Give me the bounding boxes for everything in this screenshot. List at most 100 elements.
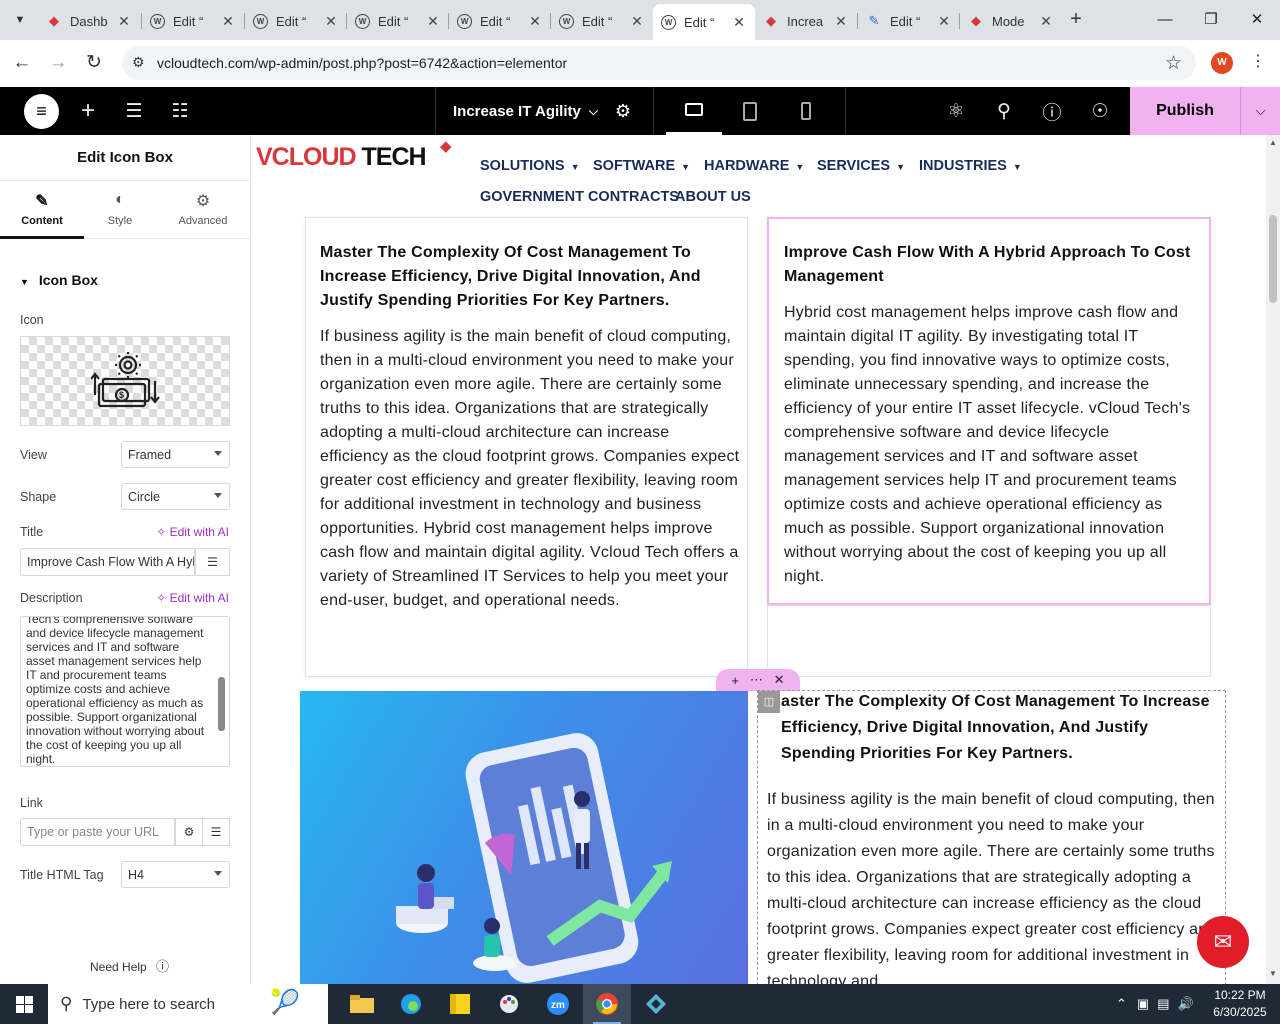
close-tab-icon[interactable]: ✕ [116,13,132,30]
browser-tab[interactable]: ✎ Edit “ ✕ [858,6,960,36]
help-icon[interactable]: ⓘ [1034,87,1070,135]
browser-tab[interactable]: W Edit “ ✕ [551,6,653,36]
structure-layers-icon[interactable]: ☷ [162,87,198,135]
scroll-up-arrow-icon[interactable]: ▲ [1269,138,1277,147]
search-icon[interactable]: ⚲ [986,87,1022,135]
windows-start-icon[interactable] [0,984,48,1024]
close-tab-icon[interactable]: ✕ [425,13,441,30]
zoom-icon[interactable]: zm [534,984,582,1024]
restore-icon[interactable]: ❐ [1196,6,1226,34]
publish-options-chevron-icon[interactable]: ⌵ [1240,87,1280,135]
link-options-gear-icon[interactable]: ⚙ [175,818,203,846]
site-settings-sliders-icon[interactable]: ☰ [116,87,152,135]
nav-services[interactable]: SERVICES ▼ [817,158,905,174]
close-tab-icon[interactable]: ✕ [629,13,645,30]
url-text[interactable]: vcloudtech.com/wp-admin/post.php?post=67… [157,55,567,71]
drag-handle-icon[interactable]: ⋯ [750,672,763,688]
icon-box-card[interactable]: Master The Complexity Of Cost Management… [305,217,748,677]
close-tab-icon[interactable]: ✕ [833,13,849,30]
tab-content[interactable]: ✎ Content [0,191,84,227]
browser-tab[interactable]: ◆ Dashb ✕ [38,6,140,36]
site-settings-icon[interactable]: ⚙ [132,54,145,71]
tab-style[interactable]: ◐ Style [78,191,162,227]
scrollbar-thumb[interactable] [1269,215,1277,303]
browser-tab[interactable]: W Edit “ ✕ [142,6,244,36]
dynamic-tags-icon[interactable]: ☰ [195,548,230,576]
elementor-logo-icon[interactable]: ≡ [24,94,59,129]
network-icon[interactable]: ▤ [1157,996,1169,1012]
icon-box-card-selected[interactable]: Improve Cash Flow With A Hybrid Approach… [767,217,1211,605]
chrome-icon[interactable] [583,984,631,1024]
textarea-scrollbar[interactable] [218,677,225,731]
edit-with-ai-description-button[interactable]: ✧ Edit with AI [156,591,229,605]
reload-icon[interactable]: ↻ [81,50,107,76]
page-settings-gear-icon[interactable]: ⚙ [602,87,644,135]
add-element-icon[interactable]: + [70,87,106,135]
nav-about-us[interactable]: ABOUT US [675,189,751,205]
close-tab-icon[interactable]: ✕ [936,13,952,30]
taskbar-clock[interactable]: 10:22 PM 6/30/2025 [1208,987,1272,1021]
edge-icon[interactable] [387,984,435,1024]
profile-avatar[interactable]: W [1211,52,1233,74]
tablet-icon[interactable] [722,87,778,135]
mobile-icon[interactable] [778,87,834,135]
browser-tab[interactable]: ◆ Increa ✕ [755,6,857,36]
need-help-link[interactable]: Need Help ⓘ [90,956,169,975]
close-tab-icon[interactable]: ✕ [527,13,543,30]
minimize-icon[interactable]: — [1150,6,1180,34]
dynamic-tags-icon[interactable]: ☰ [202,818,230,846]
shape-select[interactable]: Circle [121,483,230,510]
nav-hardware[interactable]: HARDWARE ▼ [704,158,804,174]
view-label: View [20,448,47,462]
close-tab-icon[interactable]: ✕ [220,13,236,30]
title-input[interactable]: Improve Cash Flow With A Hybrid Approach… [20,548,195,576]
site-logo[interactable]: VCLOUD TECH [256,143,427,172]
publish-button[interactable]: Publish [1130,87,1240,135]
notes-icon[interactable]: ⚛ [938,87,974,135]
canvas-scrollbar[interactable]: ▲ ▼ [1266,135,1280,984]
taskbar-search-box[interactable]: ⚲ Type here to search 🎾 [48,984,328,1024]
browser-tab[interactable]: ◆ Mode ✕ [960,6,1062,36]
volume-icon[interactable]: 🔊 [1178,996,1194,1012]
new-tab-button[interactable]: + [1064,8,1088,32]
sticky-notes-icon[interactable] [436,984,484,1024]
description-textarea[interactable]: Tech's comprehensive software and device… [20,616,230,767]
delete-section-icon[interactable]: ✕ [774,672,785,688]
bookmark-star-icon[interactable]: ☆ [1165,52,1182,75]
icon-picker-preview[interactable]: $ [20,336,230,426]
close-window-icon[interactable]: ✕ [1242,6,1272,34]
close-tab-icon[interactable]: ✕ [1038,13,1054,30]
section-toggle-icon-box[interactable]: ▼ Icon Box [20,272,98,288]
nav-software[interactable]: SOFTWARE ▼ [593,158,690,174]
title-html-tag-select[interactable]: H4 [121,861,230,888]
browser-tab[interactable]: W Edit “ ✕ [449,6,551,36]
nav-government-contracts[interactable]: GOVERNMENT CONTRACTS [480,189,679,205]
nav-industries[interactable]: INDUSTRIES ▼ [919,158,1022,174]
back-arrow-icon[interactable]: ← [9,50,35,76]
preview-eye-icon[interactable]: ☉ [1082,87,1118,135]
file-explorer-icon[interactable] [338,984,386,1024]
view-select[interactable]: Framed [121,441,230,468]
close-tab-icon[interactable]: ✕ [323,13,339,30]
scroll-down-arrow-icon[interactable]: ▼ [1269,969,1277,978]
app-diamond-icon[interactable] [632,984,680,1024]
browser-tab[interactable]: W Edit “ ✕ [347,6,449,36]
tray-chevron-up-icon[interactable]: ⌃ [1116,996,1127,1012]
close-tab-icon[interactable]: ✕ [731,14,747,31]
edit-with-ai-title-button[interactable]: ✧ Edit with AI [156,525,229,539]
chat-bubble-icon[interactable]: ✉ [1197,916,1249,968]
tab-search-dropdown-icon[interactable]: ▼ [6,7,34,33]
chevron-down-icon: ⌵ [588,103,598,118]
more-menu-icon[interactable]: ⋮ [1250,51,1266,71]
paint-icon[interactable] [485,984,533,1024]
address-bar[interactable]: ⚙ vcloudtech.com/wp-admin/post.php?post=… [122,46,1196,80]
desktop-icon[interactable] [666,87,722,135]
add-section-icon[interactable]: + [731,673,739,688]
network-alert-icon[interactable]: ▣ [1137,996,1149,1012]
tab-advanced[interactable]: ⚙ Advanced [161,191,245,227]
link-input[interactable]: Type or paste your URL [20,818,175,846]
browser-tab[interactable]: W Edit “ ✕ [245,6,347,36]
browser-tab-active[interactable]: W Edit “ ✕ [653,4,755,40]
forward-arrow-icon[interactable]: → [45,50,71,76]
nav-solutions[interactable]: SOLUTIONS ▼ [480,158,580,174]
